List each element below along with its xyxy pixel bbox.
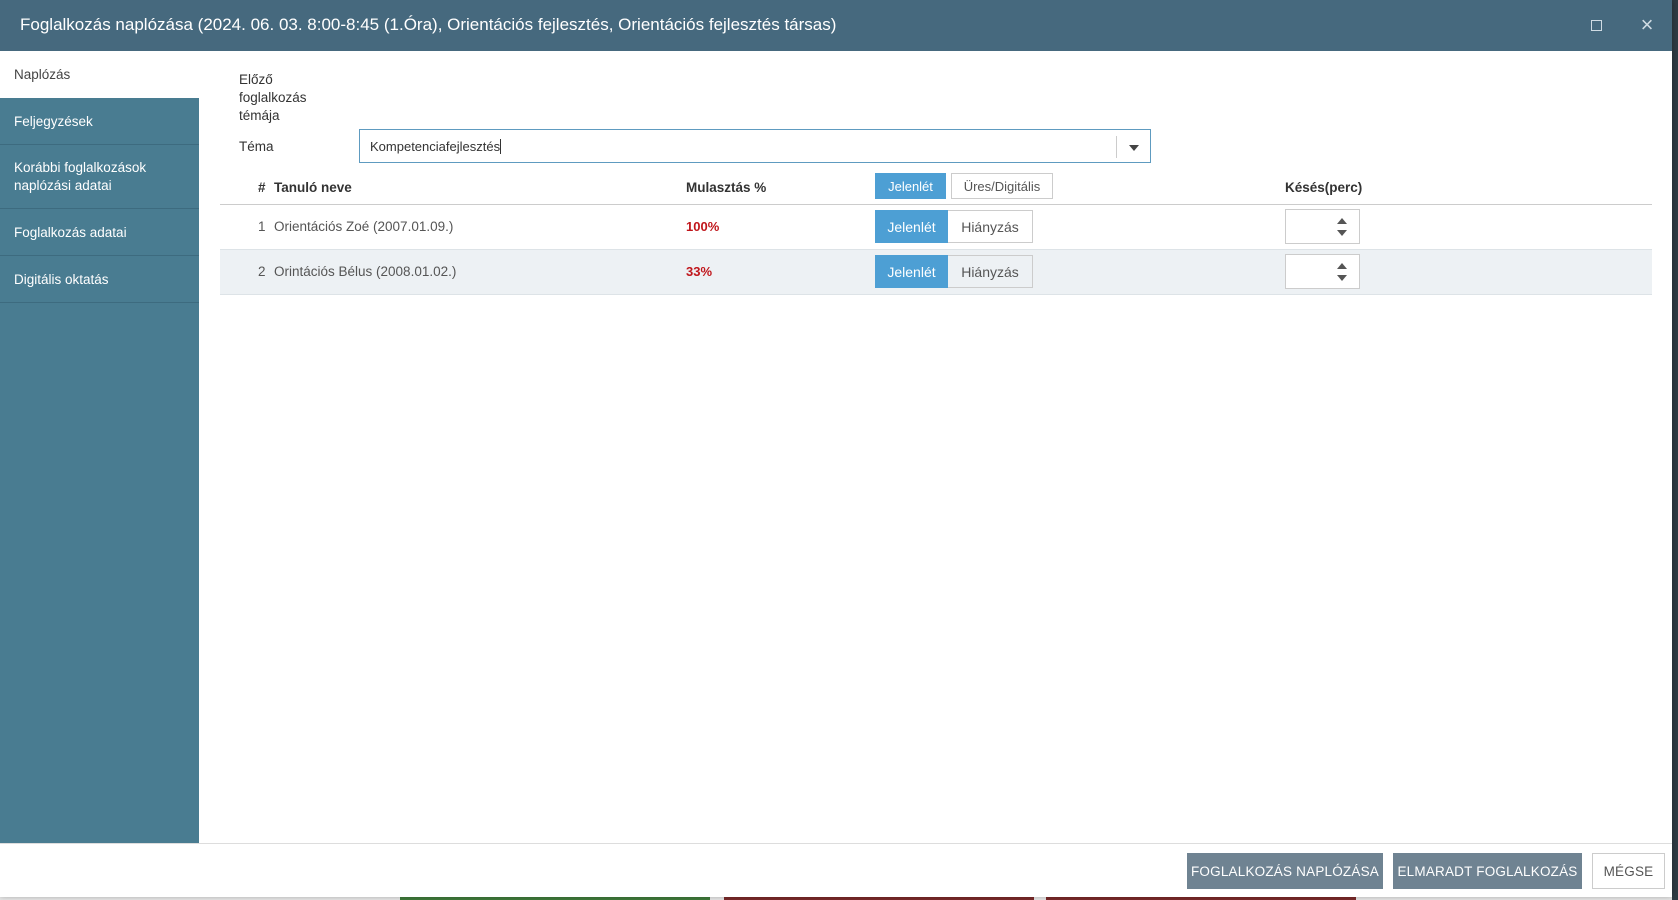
chevron-down-icon[interactable]: [1129, 145, 1139, 151]
table-header: # Tanuló neve Mulasztás % Jelenlét Üres/…: [220, 169, 1652, 205]
topic-label: Téma: [239, 139, 274, 154]
absent-button[interactable]: Hiányzás: [948, 210, 1033, 243]
attendance-toggle: Jelenlét Hiányzás: [875, 255, 1033, 288]
sidebar-item-digitalis-oktatas[interactable]: Digitális oktatás: [0, 256, 199, 303]
sidebar-item-foglalkozas-adatai[interactable]: Foglalkozás adatai: [0, 209, 199, 256]
dialog-titlebar: Foglalkozás naplózása (2024. 06. 03. 8:0…: [0, 0, 1672, 51]
select-divider: [1116, 136, 1117, 158]
cancel-button[interactable]: MÉGSE: [1592, 853, 1665, 889]
header-absence: Mulasztás %: [686, 180, 767, 195]
topic-select-value: Kompetenciafejlesztés: [370, 139, 501, 154]
logging-dialog: Foglalkozás naplózása (2024. 06. 03. 8:0…: [0, 0, 1672, 897]
header-late: Késés(perc): [1285, 180, 1363, 195]
student-name: Orintációs Bélus (2008.01.02.): [274, 264, 457, 279]
log-session-button[interactable]: FOGLALKOZÁS NAPLÓZÁSA: [1187, 853, 1383, 889]
table-row: 1 Orientációs Zoé (2007.01.09.) 100% Jel…: [220, 205, 1652, 250]
absence-percent: 100%: [686, 219, 720, 234]
caret-up-icon[interactable]: [1337, 218, 1347, 224]
attendance-table: # Tanuló neve Mulasztás % Jelenlét Üres/…: [220, 169, 1652, 295]
present-button[interactable]: Jelenlét: [875, 255, 948, 288]
caret-down-icon[interactable]: [1337, 275, 1347, 281]
late-minutes-stepper[interactable]: [1285, 254, 1360, 289]
maximize-button[interactable]: [1584, 13, 1608, 37]
header-name: Tanuló neve: [274, 180, 352, 195]
caret-up-icon[interactable]: [1337, 263, 1347, 269]
table-row: 2 Orintációs Bélus (2008.01.02.) 33% Jel…: [220, 250, 1652, 295]
dialog-title: Foglalkozás naplózása (2024. 06. 03. 8:0…: [20, 15, 837, 34]
bulk-present-button[interactable]: Jelenlét: [875, 173, 946, 199]
dialog-footer: FOGLALKOZÁS NAPLÓZÁSA ELMARADT FOGLALKOZ…: [0, 843, 1672, 897]
bulk-attendance-toggle: Jelenlét Üres/Digitális: [875, 173, 1053, 199]
present-button[interactable]: Jelenlét: [875, 210, 948, 243]
bulk-empty-button[interactable]: Üres/Digitális: [951, 173, 1053, 199]
close-icon: ×: [1640, 12, 1654, 37]
missed-session-button[interactable]: ELMARADT FOGLALKOZÁS: [1393, 853, 1582, 889]
previous-topic-label: Előző foglalkozás témája: [239, 72, 307, 123]
sidebar-item-label: Korábbi foglalkozások naplózási adatai: [14, 159, 147, 193]
sidebar-item-feljegyzesek[interactable]: Feljegyzések: [0, 98, 199, 145]
student-name: Orientációs Zoé (2007.01.09.): [274, 219, 454, 234]
topic-select[interactable]: Kompetenciafejlesztés: [359, 129, 1151, 163]
sidebar-item-label: Naplózás: [14, 67, 71, 82]
caret-down-icon[interactable]: [1337, 230, 1347, 236]
sidebar-item-naplozas[interactable]: Naplózás: [0, 51, 199, 98]
main-content: Előző foglalkozás témája Téma Kompetenci…: [199, 51, 1672, 843]
absence-percent: 33%: [686, 264, 713, 279]
header-num: #: [258, 180, 266, 195]
stepper-arrows[interactable]: [1325, 210, 1359, 243]
sidebar-item-korabbi-foglalkozasok[interactable]: Korábbi foglalkozások naplózási adatai: [0, 145, 199, 209]
sidebar-item-label: Feljegyzések: [14, 113, 93, 129]
close-button[interactable]: ×: [1635, 13, 1659, 37]
attendance-toggle: Jelenlét Hiányzás: [875, 210, 1033, 243]
maximize-icon: [1590, 19, 1602, 31]
sidebar-item-label: Foglalkozás adatai: [14, 224, 127, 240]
sidebar: Naplózás Feljegyzések Korábbi foglalkozá…: [0, 51, 199, 843]
row-num: 1: [258, 219, 266, 234]
background-edge: [1672, 0, 1678, 900]
late-minutes-stepper[interactable]: [1285, 209, 1360, 244]
stepper-arrows[interactable]: [1325, 255, 1359, 288]
row-num: 2: [258, 264, 266, 279]
sidebar-item-label: Digitális oktatás: [14, 271, 109, 287]
absent-button[interactable]: Hiányzás: [948, 255, 1033, 288]
